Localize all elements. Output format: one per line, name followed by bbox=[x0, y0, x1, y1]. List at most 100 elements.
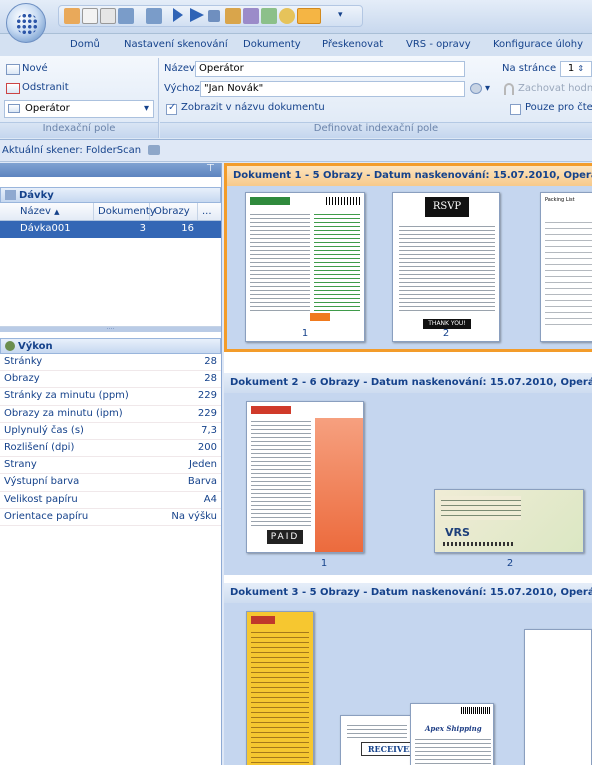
micr-line bbox=[443, 542, 513, 546]
scissors-icon[interactable] bbox=[64, 8, 80, 24]
column-documents[interactable]: Dokumenty bbox=[94, 203, 156, 220]
tab-vrs-corrections[interactable]: VRS - opravy bbox=[406, 39, 471, 50]
default-label: Výchozí bbox=[164, 83, 203, 94]
page-thumbnail[interactable] bbox=[246, 611, 314, 765]
read-only-checkbox[interactable] bbox=[510, 104, 521, 115]
document-3-pages: RECEIVED Apex Shipping bbox=[224, 603, 592, 765]
page-number: 1 bbox=[320, 558, 328, 569]
pin-icon[interactable]: ⊤ bbox=[206, 163, 215, 174]
play-icon[interactable] bbox=[173, 8, 183, 22]
batches-title: Dávky bbox=[19, 190, 54, 201]
delete-field-icon bbox=[6, 83, 20, 94]
column-name-label: Název bbox=[20, 206, 51, 217]
document-2-header[interactable]: Dokument 2 - 6 Obrazy - Datum naskenován… bbox=[224, 373, 592, 393]
document-1-pages: RSVP THANK YOU! Packing List 1 2 bbox=[227, 186, 592, 349]
page-thumbnail[interactable]: RSVP THANK YOU! bbox=[392, 192, 500, 342]
chevron-down-icon: ▾ bbox=[143, 103, 149, 114]
list-item: Velikost papíru A4 bbox=[0, 492, 221, 509]
tab-home[interactable]: Domů bbox=[70, 39, 100, 50]
new-field-icon bbox=[6, 64, 20, 75]
read-only-label: Pouze pro čtení bbox=[525, 102, 592, 113]
list-item: Stránky za minutu (ppm) 229 bbox=[0, 388, 221, 406]
tab-job-config[interactable]: Konfigurace úlohy bbox=[493, 39, 583, 50]
list-item: Stránky 28 bbox=[0, 354, 221, 372]
stat-label: Strany bbox=[4, 459, 37, 471]
page-thumbnail[interactable]: VRS bbox=[434, 489, 584, 553]
paste-icon[interactable] bbox=[100, 8, 116, 24]
page-text bbox=[251, 418, 311, 528]
paid-stamp: PAID bbox=[267, 530, 303, 544]
chevron-down-icon[interactable]: ▾ bbox=[485, 83, 490, 94]
stat-label: Obrazy bbox=[4, 373, 40, 385]
document-1-header[interactable]: Dokument 1 - 5 Obrazy - Datum naskenován… bbox=[227, 166, 592, 186]
page-thumbnail[interactable] bbox=[524, 629, 592, 765]
scanner-icon[interactable] bbox=[297, 8, 321, 24]
spacer bbox=[0, 177, 221, 187]
page-number: 1 bbox=[301, 328, 309, 339]
undo-icon[interactable] bbox=[118, 8, 134, 24]
page-text bbox=[347, 722, 407, 738]
stat-label: Rozlišení (dpi) bbox=[4, 441, 75, 453]
gear-icon[interactable] bbox=[243, 8, 259, 24]
column-name[interactable]: Název ▲ bbox=[0, 203, 94, 220]
stop-icon[interactable] bbox=[208, 10, 220, 22]
page-thumbnail[interactable]: Packing List bbox=[540, 192, 592, 342]
page-thumbnail[interactable] bbox=[245, 192, 365, 342]
vrs-logo: VRS bbox=[445, 526, 470, 539]
copy-icon[interactable] bbox=[82, 8, 98, 24]
grid-icon[interactable] bbox=[225, 8, 241, 24]
scanner-settings-icon[interactable] bbox=[148, 145, 161, 155]
group-caption-index-fields: Indexační pole bbox=[0, 122, 158, 138]
fast-forward-icon[interactable] bbox=[190, 8, 204, 22]
tab-documents[interactable]: Dokumenty bbox=[243, 39, 301, 50]
tab-scan-settings[interactable]: Nastavení skenování bbox=[124, 39, 228, 50]
stat-label: Stránky bbox=[4, 356, 43, 367]
field-select[interactable]: Operátor ▾ bbox=[4, 100, 154, 118]
list-item: Rozlišení (dpi) 200 bbox=[0, 440, 221, 458]
stat-value: Barva bbox=[187, 476, 217, 488]
name-input[interactable]: Operátor bbox=[195, 61, 465, 77]
page-thumbnail[interactable]: Apex Shipping bbox=[410, 703, 494, 765]
field-icon bbox=[8, 104, 20, 113]
stat-label: Velikost papíru bbox=[4, 493, 78, 505]
show-in-name-label: Zobrazit v názvu dokumentu bbox=[181, 102, 325, 113]
column-more[interactable]: ... bbox=[198, 203, 220, 220]
stat-value: 28 bbox=[204, 356, 217, 367]
stat-label: Stránky za minutu (ppm) bbox=[4, 390, 129, 402]
show-in-name-checkbox[interactable]: ✓ bbox=[166, 102, 177, 115]
page-number: 2 bbox=[442, 328, 450, 339]
delete-button[interactable]: Odstranit bbox=[22, 82, 69, 93]
globe-icon[interactable] bbox=[279, 8, 295, 24]
expression-icon[interactable] bbox=[470, 83, 482, 94]
ribbon-tabs: Domů Nastavení skenování Dokumenty Přesk… bbox=[0, 34, 592, 56]
stat-value: 200 bbox=[197, 441, 217, 453]
default-value-input[interactable]: "Jan Novák" bbox=[200, 81, 465, 97]
column-images[interactable]: Obrazy bbox=[150, 203, 198, 220]
page-table bbox=[314, 211, 360, 311]
group-divider bbox=[158, 58, 159, 138]
application-menu-button[interactable] bbox=[6, 3, 46, 43]
batches-column-header: Název ▲ Dokumenty Obrazy ... bbox=[0, 203, 221, 221]
performance-header: Výkon bbox=[0, 338, 221, 354]
on-page-spinner[interactable]: 1 ⇕ bbox=[560, 61, 592, 77]
keep-value-label[interactable]: Zachovat hodnot bbox=[518, 83, 592, 94]
field-select-value: Operátor bbox=[25, 103, 70, 114]
page-logo bbox=[251, 406, 291, 414]
tools-icon[interactable] bbox=[261, 8, 277, 24]
table-row[interactable]: Dávka001 3 16 bbox=[0, 221, 221, 238]
page-number: 2 bbox=[506, 558, 514, 569]
new-button[interactable]: Nové bbox=[22, 63, 48, 74]
stat-label: Uplynulý čas (s) bbox=[4, 424, 84, 436]
redo-icon[interactable] bbox=[146, 8, 162, 24]
performance-list: Stránky 28 Obrazy 28 Stránky za minutu (pp… bbox=[0, 354, 221, 526]
stat-label: Orientace papíru bbox=[4, 510, 89, 522]
batch-documents: 3 bbox=[139, 223, 146, 234]
stat-value: A4 bbox=[203, 493, 217, 505]
dropdown-arrow-icon[interactable]: ▾ bbox=[338, 10, 343, 20]
barcode bbox=[461, 707, 491, 714]
rsvp-banner: RSVP bbox=[425, 197, 469, 217]
document-3-header[interactable]: Dokument 3 - 5 Obrazy - Datum naskenován… bbox=[224, 583, 592, 603]
tab-rescan[interactable]: Přeskenovat bbox=[322, 39, 383, 50]
page-thumbnail[interactable]: PAID bbox=[246, 401, 364, 553]
list-item: Strany Jeden bbox=[0, 457, 221, 475]
